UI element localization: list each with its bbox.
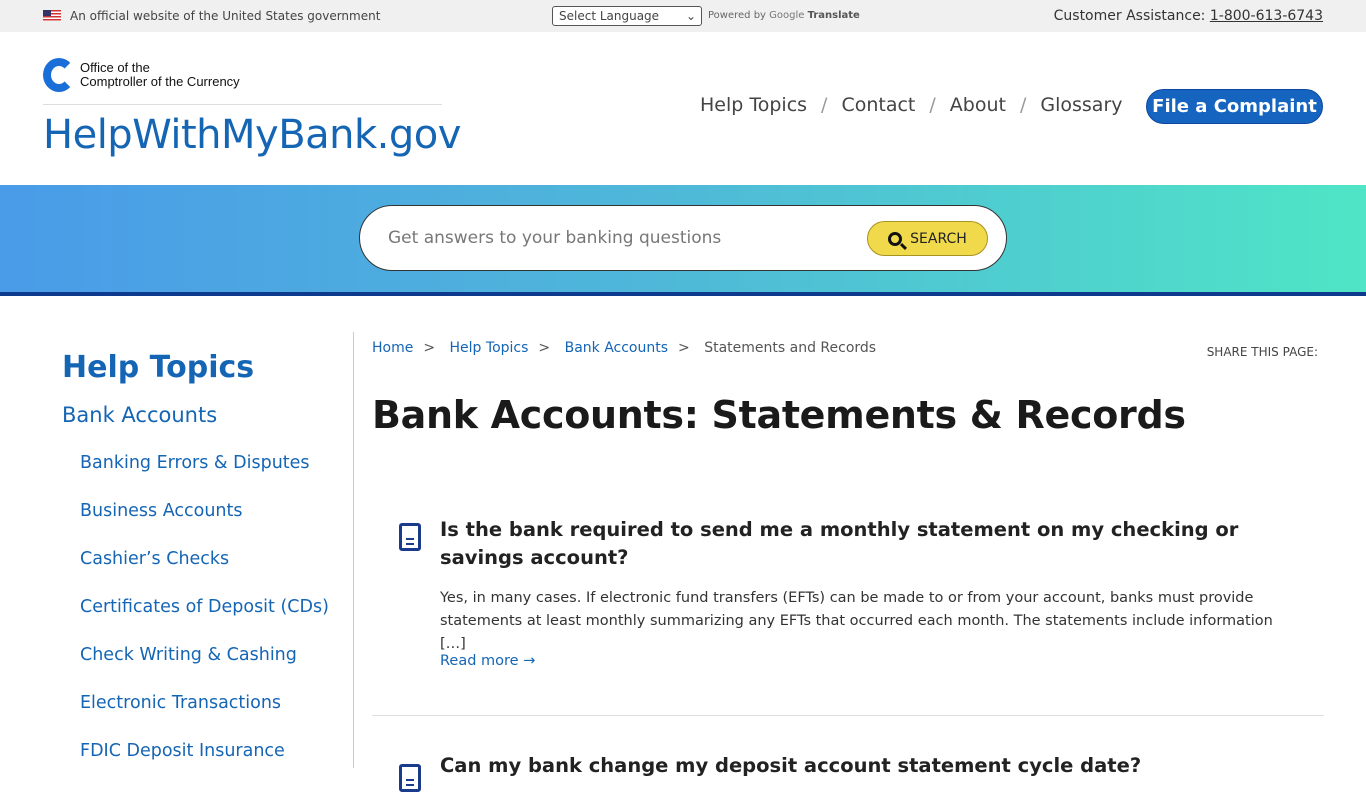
language-select[interactable]: Select Language ⌄ (552, 6, 702, 26)
sidebar-item[interactable]: Business Accounts (80, 487, 329, 535)
page-title: Bank Accounts: Statements & Records (372, 393, 1186, 437)
breadcrumb: Home > Help Topics > Bank Accounts > Statem… (372, 340, 877, 356)
us-flag-icon (43, 10, 61, 21)
sidebar-section[interactable]: Bank Accounts (62, 403, 329, 427)
sidebar: Help Topics Bank Accounts Banking Errors… (62, 350, 329, 775)
powered-by: Powered by Google Translate (708, 10, 860, 21)
breadcrumb-bank-accounts[interactable]: Bank Accounts (565, 340, 668, 356)
nav-help-topics[interactable]: Help Topics (700, 94, 807, 116)
nav-about[interactable]: About (950, 94, 1006, 116)
divider (353, 332, 354, 768)
breadcrumb-current: Statements and Records (704, 340, 877, 356)
search-icon (888, 231, 903, 246)
sidebar-item[interactable]: Certificates of Deposit (CDs) (80, 583, 329, 631)
document-icon (399, 523, 421, 551)
nav-glossary[interactable]: Glossary (1040, 94, 1122, 116)
occ-logo-icon (43, 58, 75, 92)
read-more-link[interactable]: Read more → (440, 653, 535, 669)
occ-logo[interactable]: Office of the Comptroller of the Currency (43, 58, 240, 92)
sidebar-item[interactable]: Check Writing & Cashing (80, 631, 329, 679)
sidebar-item[interactable]: Electronic Transactions (80, 679, 329, 727)
search-button[interactable]: SEARCH (867, 221, 988, 256)
main-nav: Help Topics / Contact / About / Glossary (700, 94, 1123, 116)
share-label: SHARE THIS PAGE: (1206, 345, 1318, 359)
customer-assistance: Customer Assistance: 1-800-613-6743 (1053, 8, 1323, 24)
official-text: An official website of the United States… (70, 9, 381, 23)
sidebar-item[interactable]: Banking Errors & Disputes (80, 439, 329, 487)
divider (372, 715, 1324, 716)
chevron-down-icon: ⌄ (685, 9, 696, 23)
search-input[interactable]: Get answers to your banking questions (388, 228, 721, 248)
breadcrumb-help-topics[interactable]: Help Topics (450, 340, 529, 356)
article-title[interactable]: Is the bank required to send me a monthl… (440, 516, 1260, 572)
file-complaint-button[interactable]: File a Complaint (1146, 89, 1323, 124)
nav-contact[interactable]: Contact (841, 94, 915, 116)
document-icon (399, 764, 421, 792)
gov-banner: An official website of the United States… (0, 0, 1366, 32)
phone-link[interactable]: 1-800-613-6743 (1210, 8, 1323, 24)
article-title[interactable]: Can my bank change my deposit account st… (440, 752, 1260, 780)
site-name-link[interactable]: HelpWithMyBank.gov (43, 112, 461, 158)
breadcrumb-home[interactable]: Home (372, 340, 413, 356)
sidebar-item[interactable]: Cashier’s Checks (80, 535, 329, 583)
search-box: Get answers to your banking questions SE… (359, 205, 1007, 271)
sidebar-title[interactable]: Help Topics (62, 350, 329, 385)
divider (0, 292, 1366, 296)
article-excerpt: Yes, in many cases. If electronic fund t… (440, 590, 1273, 652)
divider (43, 104, 442, 105)
